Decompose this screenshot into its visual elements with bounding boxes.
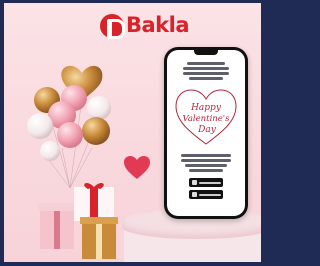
valentine-heart-card: Happy Valentine's Day [175,89,237,145]
heart-icon [124,156,150,179]
google-play-button[interactable] [189,178,223,187]
card-title-line2: Valentine's [183,114,231,124]
google-play-icon [192,180,197,185]
app-store-button[interactable] [189,190,223,199]
screen-text-line [185,164,227,167]
phone-screen: Happy Valentine's Day [167,50,245,216]
screen-text-line [183,67,229,70]
phone-notch [194,50,218,55]
screen-text-line [183,72,229,75]
gold-balloon [82,117,110,145]
white-balloon [27,113,53,139]
app-store-icon [192,192,197,197]
card-title-line3: Day [197,125,217,135]
card-title-line1: Happy [190,103,222,113]
store-label [199,181,221,184]
screen-text-line [181,154,231,157]
white-balloon [40,141,60,161]
brand-logo: Bakla [100,13,190,39]
balloons-illustration [27,65,111,189]
promo-banner: Bakla Happy Valentine's Day [4,3,261,262]
store-label [199,193,221,196]
logo-text: Bakla [126,13,190,37]
pink-balloon [57,122,83,148]
phone-mockup: Happy Valentine's Day [164,47,248,219]
screen-text-line [187,62,225,65]
screen-text-line [181,159,231,162]
logo-b-icon [100,14,125,39]
white-balloon [87,96,111,120]
screen-text-line [189,169,223,172]
screen-text-line [189,77,223,80]
